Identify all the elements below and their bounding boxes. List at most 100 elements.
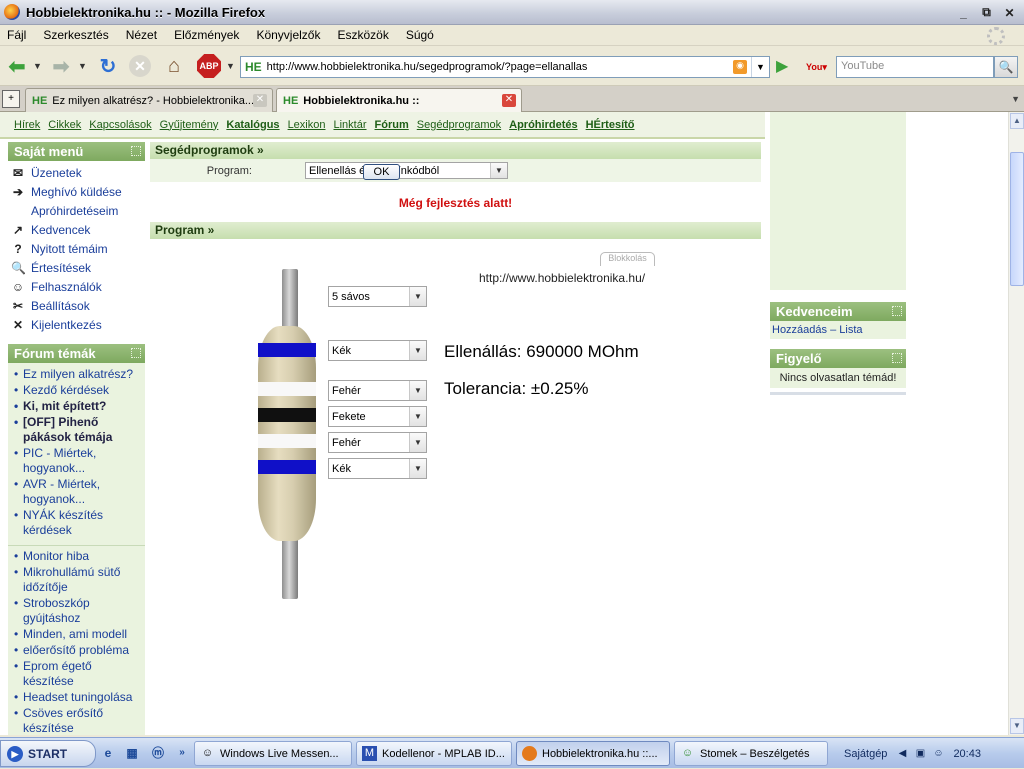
close-window-button[interactable]: ✕: [999, 4, 1020, 21]
nav-link[interactable]: Kapcsolások: [89, 119, 151, 131]
forum-topic-link[interactable]: Stroboszkóp gyújtáshoz: [14, 596, 141, 626]
forum-topic-link[interactable]: Monitor hiba: [14, 549, 141, 564]
media-quicklaunch-icon[interactable]: ⓜ: [150, 745, 166, 761]
tray-expand-icon[interactable]: ◀: [895, 747, 909, 761]
band-5-select[interactable]: Kék ▼: [328, 458, 427, 479]
drag-handle-icon[interactable]: [131, 146, 141, 156]
taskbar-item[interactable]: M Kodellenor - MPLAB ID...: [356, 741, 512, 766]
back-button[interactable]: ⬅: [4, 53, 30, 79]
menu-item-open-topics[interactable]: ? Nyitott témáim: [8, 239, 145, 258]
taskbar-item[interactable]: ☺ Stomek – Beszélgetés: [674, 741, 828, 766]
forum-topic-link[interactable]: Eprom égető készítése: [14, 659, 141, 689]
scroll-up-icon[interactable]: ▲: [1010, 113, 1024, 129]
vertical-scrollbar[interactable]: ▲ ▼: [1008, 112, 1024, 735]
band-count-select[interactable]: 5 sávos ▼: [328, 286, 427, 307]
menu-edit[interactable]: Szerkesztés: [40, 28, 111, 42]
nav-link[interactable]: Hírek: [14, 119, 40, 131]
tray-network-icon[interactable]: ▣: [913, 747, 927, 761]
adblock-dropdown-icon[interactable]: ▼: [226, 53, 235, 79]
menu-item-my-ads[interactable]: Apróhirdetéseim: [8, 201, 145, 220]
forum-topic-link[interactable]: Ki, mit épített?: [14, 399, 141, 414]
sajatgep-label[interactable]: Sajátgép: [844, 748, 887, 760]
restore-button[interactable]: ⧉: [976, 4, 997, 21]
url-bar[interactable]: HE http://www.hobbielektronika.hu/segedp…: [240, 56, 770, 78]
taskbar-item[interactable]: ☺ Windows Live Messen...: [194, 741, 352, 766]
rss-icon[interactable]: ◉: [733, 60, 747, 74]
forum-topic-link[interactable]: Mikrohullámú sütő időzítője: [14, 565, 141, 595]
minimize-button[interactable]: _: [953, 4, 974, 21]
forward-history-dropdown-icon[interactable]: ▼: [78, 53, 87, 79]
drag-handle-icon[interactable]: [131, 348, 141, 358]
band-4-select[interactable]: Fehér ▼: [328, 432, 427, 453]
program-select[interactable]: Ellenellás érték színkódból ▼: [305, 162, 508, 179]
forum-topic-link[interactable]: PIC - Miértek, hogyanok...: [14, 446, 141, 476]
forum-topic-link[interactable]: AVR - Miértek, hogyanok...: [14, 477, 141, 507]
forum-topic-link[interactable]: Headset tuningolása: [14, 690, 141, 705]
ie-quicklaunch-icon[interactable]: e: [100, 745, 116, 761]
blokkolas-tab[interactable]: Blokkolás: [600, 252, 655, 266]
tab-close-icon[interactable]: ✕: [253, 94, 267, 107]
forum-topic-link[interactable]: előerősítő probléma: [14, 643, 141, 658]
menu-item-favorites[interactable]: ↗ Kedvencek: [8, 220, 145, 239]
forward-button[interactable]: ➡: [48, 53, 74, 79]
band-3-select[interactable]: Fekete ▼: [328, 406, 427, 427]
nav-link[interactable]: Segédprogramok: [417, 119, 501, 131]
nav-link[interactable]: Fórum: [375, 119, 409, 131]
back-history-dropdown-icon[interactable]: ▼: [33, 53, 42, 79]
forum-topic-link[interactable]: [OFF] Pihenő pákások témája: [14, 415, 141, 445]
start-button[interactable]: ▶ START: [0, 740, 96, 767]
favorites-list-link[interactable]: Lista: [839, 324, 862, 336]
band-2-select[interactable]: Fehér ▼: [328, 380, 427, 401]
window-titlebar[interactable]: Hobbielektronika.hu :: - Mozilla Firefox…: [0, 0, 1024, 25]
band-1-select[interactable]: Kék ▼: [328, 340, 427, 361]
menu-bookmarks[interactable]: Könyvjelzők: [253, 28, 323, 42]
nav-link[interactable]: Apróhirdetés: [509, 119, 577, 131]
forum-topic-link[interactable]: Kezdő kérdések: [14, 383, 141, 398]
menu-item-invite[interactable]: ➔ Meghívó küldése: [8, 182, 145, 201]
tab-close-icon[interactable]: ✕: [502, 94, 516, 107]
forum-topic-link[interactable]: Ez milyen alkatrész?: [14, 367, 141, 382]
forum-topic-link[interactable]: NYÁK készítés kérdések: [14, 508, 141, 538]
nav-link[interactable]: Gyűjtemény: [160, 119, 219, 131]
stop-button[interactable]: ✕: [129, 55, 151, 77]
nav-link[interactable]: HÉrtesítő: [586, 119, 635, 131]
forum-topic-link[interactable]: Minden, ami modell: [14, 627, 141, 642]
drag-handle-icon[interactable]: [892, 353, 902, 363]
menu-history[interactable]: Előzmények: [171, 28, 242, 42]
search-button[interactable]: 🔍: [994, 56, 1018, 78]
menu-help[interactable]: Súgó: [403, 28, 437, 42]
nav-link[interactable]: Linktár: [333, 119, 366, 131]
taskbar-item-active[interactable]: Hobbielektronika.hu ::...: [516, 741, 670, 766]
url-text[interactable]: http://www.hobbielektronika.hu/segedprog…: [267, 61, 588, 73]
url-history-dropdown-icon[interactable]: ▼: [751, 57, 769, 77]
reload-button[interactable]: ↻: [96, 53, 120, 79]
quicklaunch-overflow-icon[interactable]: »: [174, 745, 190, 761]
scroll-down-icon[interactable]: ▼: [1010, 718, 1024, 734]
add-favorite-link[interactable]: Hozzáadás: [772, 324, 827, 336]
new-tab-icon[interactable]: +: [2, 90, 20, 108]
go-button[interactable]: ▶: [776, 58, 794, 76]
nav-link[interactable]: Lexikon: [288, 119, 326, 131]
menu-item-logout[interactable]: ✕ Kijelentkezés: [8, 315, 145, 334]
tab-list-dropdown-icon[interactable]: ▼: [1011, 94, 1020, 104]
home-button[interactable]: ⌂: [162, 53, 186, 79]
forum-topic-link[interactable]: Csöves erősítő készítése: [14, 706, 141, 735]
tab-inactive[interactable]: HE Ez milyen alkatrész? - Hobbielektroni…: [25, 88, 273, 112]
drag-handle-icon[interactable]: [892, 306, 902, 316]
ok-button[interactable]: OK: [363, 164, 400, 180]
scroll-thumb[interactable]: [1010, 152, 1024, 286]
menu-view[interactable]: Nézet: [123, 28, 160, 42]
nav-link[interactable]: Cikkek: [48, 119, 81, 131]
adblock-button[interactable]: ABP: [197, 54, 221, 78]
nav-link[interactable]: Katalógus: [226, 119, 279, 131]
menu-item-notifications[interactable]: 🔍 Értesítések: [8, 258, 145, 277]
tab-active[interactable]: HE Hobbielektronika.hu :: ✕: [276, 88, 522, 113]
menu-item-settings[interactable]: ✂ Beállítások: [8, 296, 145, 315]
menu-item-users[interactable]: ☺ Felhasználók: [8, 277, 145, 296]
youtube-engine-icon[interactable]: You▾: [806, 56, 834, 78]
search-input[interactable]: YouTube: [836, 56, 994, 78]
desktop-quicklaunch-icon[interactable]: ▦: [124, 745, 140, 761]
tray-messenger-icon[interactable]: ☺: [931, 747, 945, 761]
menu-item-messages[interactable]: ✉ Üzenetek: [8, 163, 145, 182]
menu-tools[interactable]: Eszközök: [334, 28, 391, 42]
